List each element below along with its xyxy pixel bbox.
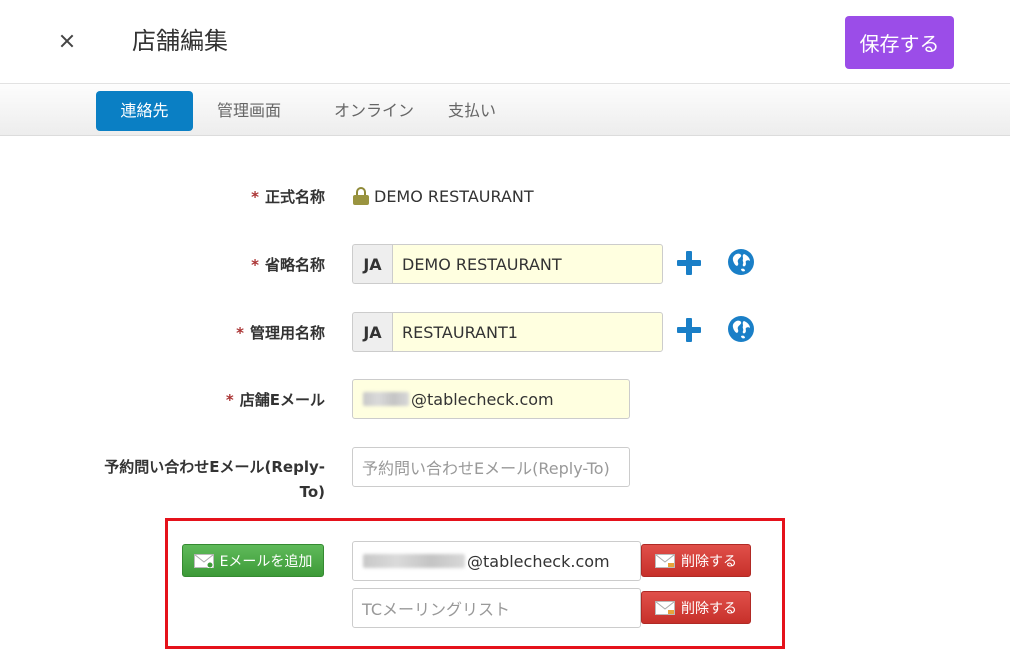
language-addon: JA <box>352 244 392 284</box>
required-mark: * <box>251 256 259 274</box>
short-name-label: * 省略名称 <box>100 254 325 275</box>
official-name-text: DEMO RESTAURANT <box>374 186 534 206</box>
official-name-label: * 正式名称 <box>100 186 325 207</box>
close-icon[interactable] <box>56 30 78 52</box>
add-email-button[interactable]: Eメールを追加 <box>182 544 324 577</box>
mail-icon <box>655 600 675 615</box>
required-mark: * <box>251 188 259 206</box>
delete-label: 削除する <box>681 553 737 570</box>
lock-icon <box>352 187 370 205</box>
add-email-label: Eメールを追加 <box>219 553 313 570</box>
required-mark: * <box>225 391 234 409</box>
tab-bar: 連絡先 管理画面 オンライン 支払い <box>0 84 1010 136</box>
language-addon: JA <box>352 312 392 352</box>
tab-contact[interactable]: 連絡先 <box>96 91 193 131</box>
plus-icon[interactable] <box>676 250 702 276</box>
reply-to-label: 予約問い合わせEメール(Reply- To) <box>60 455 325 505</box>
store-email-domain: @tablecheck.com <box>411 389 554 409</box>
admin-name-label: * 管理用名称 <box>100 322 325 343</box>
globe-icon[interactable] <box>727 248 755 276</box>
plus-icon[interactable] <box>676 317 702 343</box>
mail-icon <box>193 553 214 568</box>
mail-icon <box>655 553 675 568</box>
store-email-label-text: 店舗Eメール <box>239 391 325 409</box>
admin-name-label-text: 管理用名称 <box>249 324 325 342</box>
reply-to-label-line2: To) <box>299 483 325 501</box>
store-email-input[interactable]: @tablecheck.com <box>352 379 630 419</box>
required-mark: * <box>236 324 244 342</box>
store-email-label: * 店舗Eメール <box>100 389 325 410</box>
redacted-text <box>363 554 465 568</box>
delete-email-button[interactable]: 削除する <box>641 544 751 577</box>
official-name-value: DEMO RESTAURANT <box>352 185 534 207</box>
extra-email-domain: @tablecheck.com <box>467 551 610 571</box>
globe-icon[interactable] <box>727 315 755 343</box>
redacted-text <box>363 392 409 406</box>
reply-to-label-line1: 予約問い合わせEメール(Reply- <box>104 458 325 476</box>
reply-to-email-input[interactable]: 予約問い合わせEメール(Reply-To) <box>352 447 630 487</box>
tab-online[interactable]: オンライン <box>334 91 414 131</box>
official-name-label-text: 正式名称 <box>264 188 325 206</box>
short-name-label-text: 省略名称 <box>264 256 325 274</box>
short-name-input[interactable]: DEMO RESTAURANT <box>392 244 663 284</box>
highlight-box <box>165 518 785 649</box>
save-button[interactable]: 保存する <box>845 16 954 69</box>
admin-name-input[interactable]: RESTAURANT1 <box>392 312 663 352</box>
mailing-list-input[interactable]: TCメーリングリスト <box>352 588 641 628</box>
extra-email-input[interactable]: @tablecheck.com <box>352 541 641 581</box>
tab-payment[interactable]: 支払い <box>448 91 496 131</box>
page-title: 店舗編集 <box>132 27 228 55</box>
delete-label: 削除する <box>681 600 737 617</box>
tab-admin[interactable]: 管理画面 <box>217 91 281 131</box>
delete-mailing-list-button[interactable]: 削除する <box>641 591 751 624</box>
